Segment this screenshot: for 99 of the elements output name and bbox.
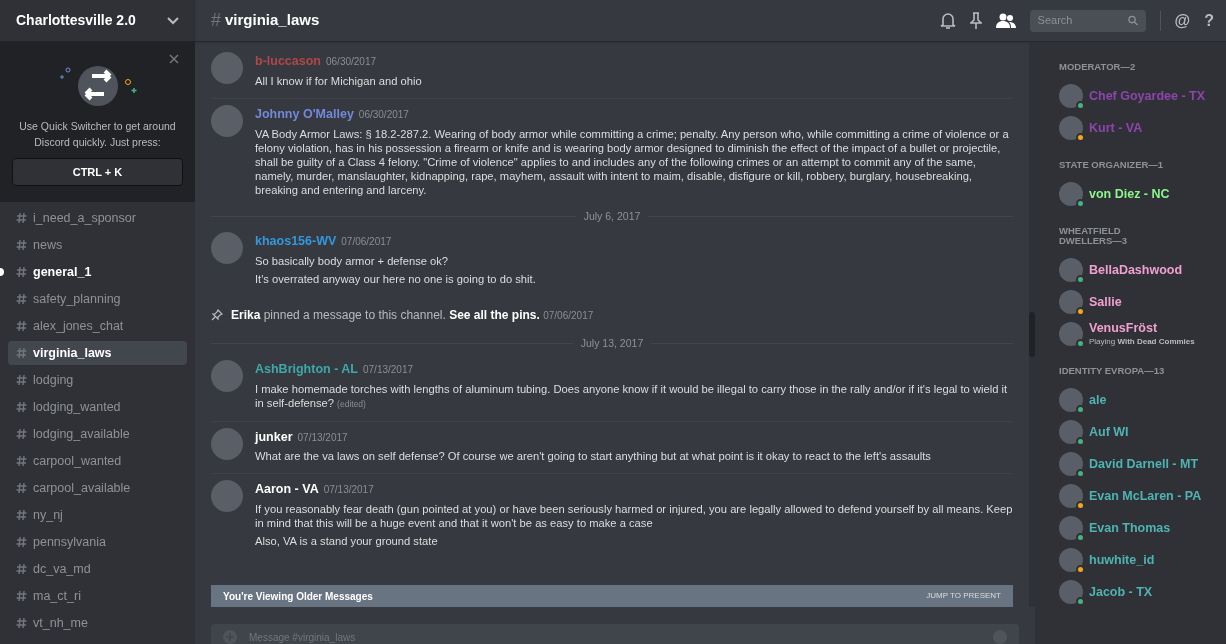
channel-item[interactable]: pennsylvania (8, 530, 187, 554)
channel-item[interactable]: carpool_available (8, 476, 187, 500)
avatar (211, 104, 243, 137)
timestamp: 06/30/2017 (326, 55, 377, 69)
search-icon (1127, 15, 1138, 26)
hash-icon (16, 374, 27, 386)
hash-icon (16, 293, 27, 305)
pin-notice: Erika pinned a message to this channel. See all the pins. 07/06/2017 (231, 307, 594, 324)
message-text: It's overrated anyway our here no one is going to do shit. (255, 272, 536, 286)
hash-icon (16, 563, 27, 575)
author-name[interactable]: khaos156-WV (255, 232, 337, 251)
timestamp: 07/06/2017 (341, 235, 392, 250)
shortcut-button[interactable]: CTRL + K (12, 158, 183, 186)
timestamp: 07/13/2017 (363, 362, 414, 377)
channel-item[interactable]: news (8, 233, 187, 257)
member-item[interactable]: huwhite_id (1059, 544, 1226, 576)
avatar (211, 232, 243, 265)
avatar (211, 427, 243, 460)
member-item[interactable]: ale (1059, 384, 1226, 416)
scrollbar[interactable] (1029, 42, 1035, 607)
channel-item[interactable]: virginia_laws (8, 341, 187, 365)
message-text: All I know if for Michigan and ohio (255, 73, 422, 88)
unread-indicator (0, 268, 4, 276)
author-name[interactable]: Aaron - VA (255, 480, 319, 499)
search-field[interactable]: Search (1029, 9, 1146, 32)
member-item[interactable]: Chef Goyardee - TX (1059, 80, 1226, 112)
server-name: Charlottesville 2.0 (16, 11, 136, 30)
author-name[interactable]: Johnny O'Malley (255, 104, 354, 124)
mention-icon[interactable]: @ (1174, 8, 1191, 33)
member-item[interactable]: BellaDashwood (1059, 254, 1226, 286)
message-text: I make homemade torches with lengths of aluminum tubing. Does anyone know if it would be illegal to carry those in the rally and/or if it's legal to wield it in self-defense? (edited) (255, 381, 1009, 411)
avatar (211, 480, 243, 513)
hash-icon (16, 482, 27, 494)
member-item[interactable]: VenusFröst Playing With Dead Commies (1059, 318, 1226, 350)
member-item[interactable]: David Darnell - MT (1059, 448, 1226, 480)
pin-icon[interactable] (969, 11, 982, 30)
older-messages-text: You're Viewing Older Messages (223, 589, 373, 604)
message-text: VA Body Armor Laws: § 18.2-287.2. Wearing of body armor while committing a crime; penalty. Any person who, while committing a crime of violence or a felony violation, has in his possession a firearm or knife and is wearing body armor designed to diminish the effect of the impact of a bullet or projectile, shall be guilty of a Class 4 felony. "Crime of violence" applies to and includes any of the following crimes or an attempt to commit any of the same, namely, murder, manslaughter, kidnapping, rape, mayhem, assault with intent to maim, disable, disfigure or kill, robbery, burglary, housebreaking, breaking and entering and larceny. (255, 126, 1010, 197)
hash-symbol: # (211, 9, 221, 32)
channel-item[interactable]: lodging_available (8, 422, 187, 446)
member-item[interactable]: Sallie (1059, 286, 1226, 318)
bell-icon[interactable] (939, 11, 956, 30)
role-heading: IDENTITY EVROPA—13 (1059, 366, 1166, 376)
channel-item[interactable]: alex_jones_chat (8, 314, 187, 338)
member-item[interactable]: Evan Thomas (1059, 512, 1226, 544)
pin-icon (211, 309, 223, 321)
channel-item[interactable]: general_1 (8, 260, 187, 284)
hash-icon (16, 401, 27, 413)
help-icon[interactable]: ? (1204, 8, 1214, 33)
channel-item[interactable]: dc_va_md (8, 557, 187, 581)
message-text: So basically body armor + defense ok? (255, 254, 450, 268)
date-divider: July 13, 2017 (580, 336, 644, 351)
message-text: What are the va laws on self defense? Of course we aren't going to start anything but at what point is it okay to react to the left's assaults (255, 449, 931, 464)
date-divider: July 6, 2017 (583, 208, 641, 224)
avatar (211, 52, 243, 84)
channel-item[interactable]: i_need_a_sponsor (8, 206, 187, 230)
timestamp: 06/30/2017 (358, 107, 409, 122)
hash-icon (16, 536, 27, 548)
role-heading: WHEATFIELD DWELLERS—3 (1059, 226, 1129, 246)
message-text: If you reasonably fear death (gun pointed at you) or have been seriously harmed or injured, you are legally allowed to defend yourself by all means. Keep in mind that this will be a huge event and that it won't be as easy to make a case (255, 502, 1013, 530)
members-icon[interactable] (995, 12, 1016, 29)
activity-text: Playing With Dead Commies (1089, 335, 1195, 348)
message-text: Also, VA is a stand your ground state (255, 534, 439, 548)
hash-icon (16, 617, 27, 629)
avatar (211, 359, 243, 392)
role-heading: STATE ORGANIZER—1 (1059, 160, 1165, 170)
search-input[interactable]: Search (1037, 12, 1128, 29)
member-item[interactable]: Evan McLaren - PA (1059, 480, 1226, 512)
channel-item[interactable]: lodging_wanted (8, 395, 187, 419)
timestamp: 07/13/2017 (297, 430, 348, 445)
channel-item[interactable]: ny_nj (8, 503, 187, 527)
hash-icon (16, 590, 27, 602)
channel-item[interactable]: carpool_wanted (8, 449, 187, 473)
channel-item[interactable]: safety_planning (8, 287, 187, 311)
channel-item[interactable]: vt_nh_me (8, 611, 187, 635)
see-pins-link[interactable]: See all the pins. (449, 308, 540, 322)
member-item[interactable]: von Diez - NC (1059, 178, 1226, 210)
channel-title: virginia_laws (225, 10, 321, 31)
channel-item[interactable]: ma_ct_ri (8, 584, 187, 608)
channel-item[interactable]: lodging (8, 368, 187, 392)
jump-to-present-link[interactable]: JUMP TO PRESENT (926, 590, 1001, 602)
member-item[interactable]: Kurt - VA (1059, 112, 1226, 144)
role-heading: MODERATOR—2 (1059, 62, 1137, 72)
author-name[interactable]: AshBrighton - AL (255, 359, 358, 379)
timestamp: 07/13/2017 (323, 483, 374, 498)
hash-icon (16, 266, 27, 278)
quick-switcher-text: Use Quick Switcher to get around Discord quickly. Just press: (18, 119, 177, 150)
hash-icon (16, 509, 27, 521)
close-icon[interactable] (169, 54, 179, 64)
author-name[interactable]: junker (255, 427, 293, 447)
hash-icon (16, 239, 27, 251)
hash-icon (16, 455, 27, 467)
member-item[interactable]: Auf WI (1059, 416, 1226, 448)
hash-icon (16, 347, 27, 359)
hash-icon (16, 212, 27, 224)
member-item[interactable]: Jacob - TX (1059, 576, 1226, 608)
hash-icon (16, 320, 27, 332)
hash-icon (16, 428, 27, 440)
chevron-down-icon (167, 16, 179, 25)
